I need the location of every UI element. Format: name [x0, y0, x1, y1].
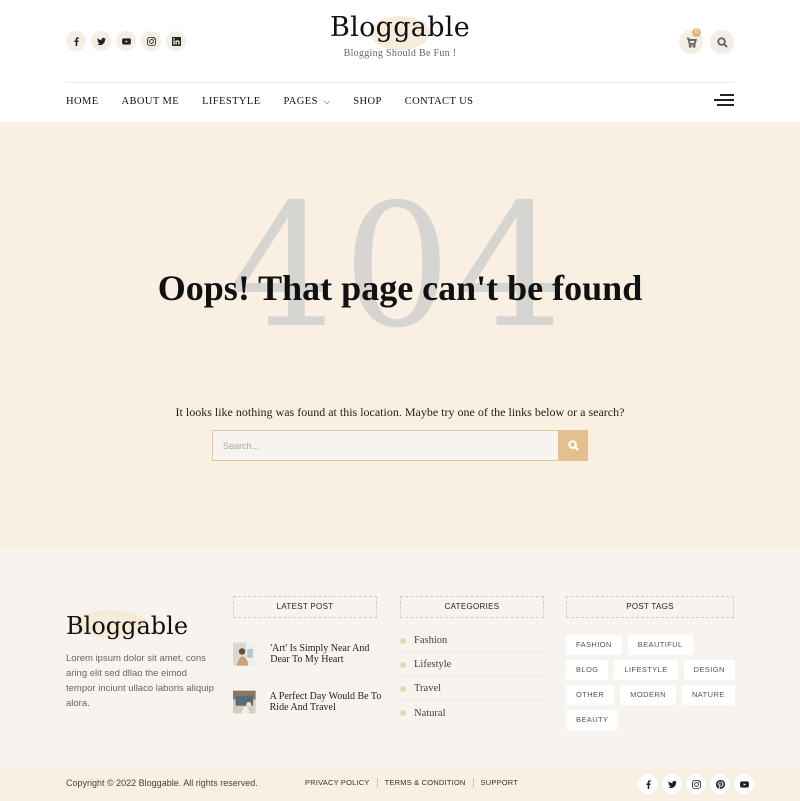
copyright-text: Copyright © 2022 Bloggable. All rights r…: [66, 778, 258, 788]
tag-blog[interactable]: BLOG: [566, 660, 609, 680]
search-icon: [716, 36, 728, 48]
nav-item-about-me[interactable]: ABOUT ME: [122, 96, 180, 107]
nav-label: ABOUT ME: [121, 96, 180, 107]
facebook-icon[interactable]: [638, 774, 658, 794]
link-separator: [472, 778, 474, 787]
nav-label: LIFESTYLE: [202, 96, 261, 107]
tag-other[interactable]: OTHER: [566, 685, 615, 705]
post-tags-heading: POST TAGS: [566, 596, 734, 618]
bullet-dot: [400, 710, 406, 716]
chevron-down-icon: ⌵: [323, 96, 331, 106]
post-thumbnail: [233, 690, 256, 714]
header-search-button[interactable]: [710, 30, 734, 54]
pinterest-icon[interactable]: [710, 774, 730, 794]
youtube-icon[interactable]: [734, 774, 754, 794]
category-item-natural[interactable]: Natural: [400, 701, 544, 725]
twitter-icon[interactable]: [662, 774, 682, 794]
nav-label: SHOP: [353, 96, 382, 107]
category-label: Lifestyle: [414, 659, 452, 670]
nav-item-contact-us[interactable]: CONTACT US: [405, 96, 474, 107]
category-label: Natural: [414, 707, 446, 719]
footer-bottom-bar: Copyright © 2022 Bloggable. All rights r…: [0, 766, 800, 801]
category-label: Travel: [414, 683, 442, 694]
category-item-fashion[interactable]: Fashion: [400, 629, 544, 653]
category-item-travel[interactable]: Travel: [400, 677, 544, 701]
search-submit-button[interactable]: [558, 430, 588, 461]
tag-design[interactable]: DESIGN: [683, 660, 735, 680]
nav-label: CONTACT US: [404, 96, 474, 107]
tag-beauty[interactable]: BEAUTY: [566, 710, 619, 730]
post-thumbnail: [233, 642, 257, 666]
nav-label: PAGES: [283, 96, 318, 107]
category-item-lifestyle[interactable]: Lifestyle: [400, 653, 544, 677]
latest-post-item[interactable]: A Perfect Day Would Be To Ride And Trave…: [233, 684, 383, 720]
error-search-form: [212, 430, 588, 461]
site-header: Bloggable Blogging Should Be Fun ! 0 HOM…: [0, 0, 800, 122]
tag-fashion[interactable]: FASHION: [566, 635, 622, 655]
nav-item-lifestyle[interactable]: LIFESTYLE: [202, 96, 260, 107]
bullet-dot: [400, 637, 406, 644]
tag-modern[interactable]: MODERN: [620, 685, 676, 705]
nav-item-home[interactable]: HOME: [66, 96, 99, 107]
search-input[interactable]: [212, 430, 558, 461]
tag-cloud: FASHION BEAUTIFUL BLOG LIFESTYLE DESIGN …: [566, 635, 736, 730]
main-nav: HOME ABOUT ME LIFESTYLE PAGES ⌵ SHOP CONT…: [66, 96, 496, 107]
support-link[interactable]: SUPPORT: [481, 778, 519, 787]
tag-nature[interactable]: NATURE: [681, 685, 735, 705]
post-title: 'Art' Is Simply Near And Dear To My Hear…: [270, 643, 370, 665]
link-separator: [376, 778, 378, 787]
error-message: It looks like nothing was found at this …: [175, 405, 625, 419]
latest-post-heading: LATEST POST: [233, 596, 377, 618]
nav-item-shop[interactable]: SHOP: [353, 96, 381, 107]
footer-logo[interactable]: Bloggable: [66, 612, 188, 640]
tag-lifestyle[interactable]: LIFESTYLE: [614, 660, 678, 680]
terms-condition-link[interactable]: TERMS & CONDITION: [385, 778, 466, 787]
category-label: Fashion: [414, 635, 448, 646]
categories-heading: CATEGORIES: [400, 596, 544, 618]
bullet-dot: [400, 685, 406, 692]
nav-item-pages[interactable]: PAGES ⌵: [284, 96, 331, 107]
footer-links: PRIVACY POLICY TERMS & CONDITION SUPPORT: [305, 778, 518, 787]
header-divider: [66, 82, 734, 83]
menu-icon[interactable]: [714, 94, 734, 106]
error-section: 404 Oops! That page can't be found It lo…: [0, 122, 800, 548]
cart-icon: [686, 36, 697, 48]
site-tagline: Blogging Should Be Fun !: [343, 48, 457, 59]
search-icon: [567, 440, 579, 451]
cart-count-badge: 0: [692, 28, 701, 37]
latest-post-item[interactable]: 'Art' Is Simply Near And Dear To My Hear…: [233, 636, 383, 672]
error-title: Oops! That page can't be found: [157, 268, 643, 308]
footer-social-links: [638, 774, 754, 794]
bullet-dot: [400, 661, 406, 668]
post-title: A Perfect Day Would Be To Ride And Trave…: [269, 691, 382, 713]
cart-button[interactable]: 0: [679, 28, 703, 54]
privacy-policy-link[interactable]: PRIVACY POLICY: [305, 778, 370, 787]
instagram-icon[interactable]: [686, 774, 706, 794]
tag-beautiful[interactable]: BEAUTIFUL: [627, 635, 693, 655]
nav-label: HOME: [66, 96, 99, 107]
site-footer: Bloggable Lorem ipsum dolor sit amet, co…: [0, 548, 800, 766]
footer-about-text: Lorem ipsum dolor sit amet, cons aring e…: [66, 653, 214, 709]
